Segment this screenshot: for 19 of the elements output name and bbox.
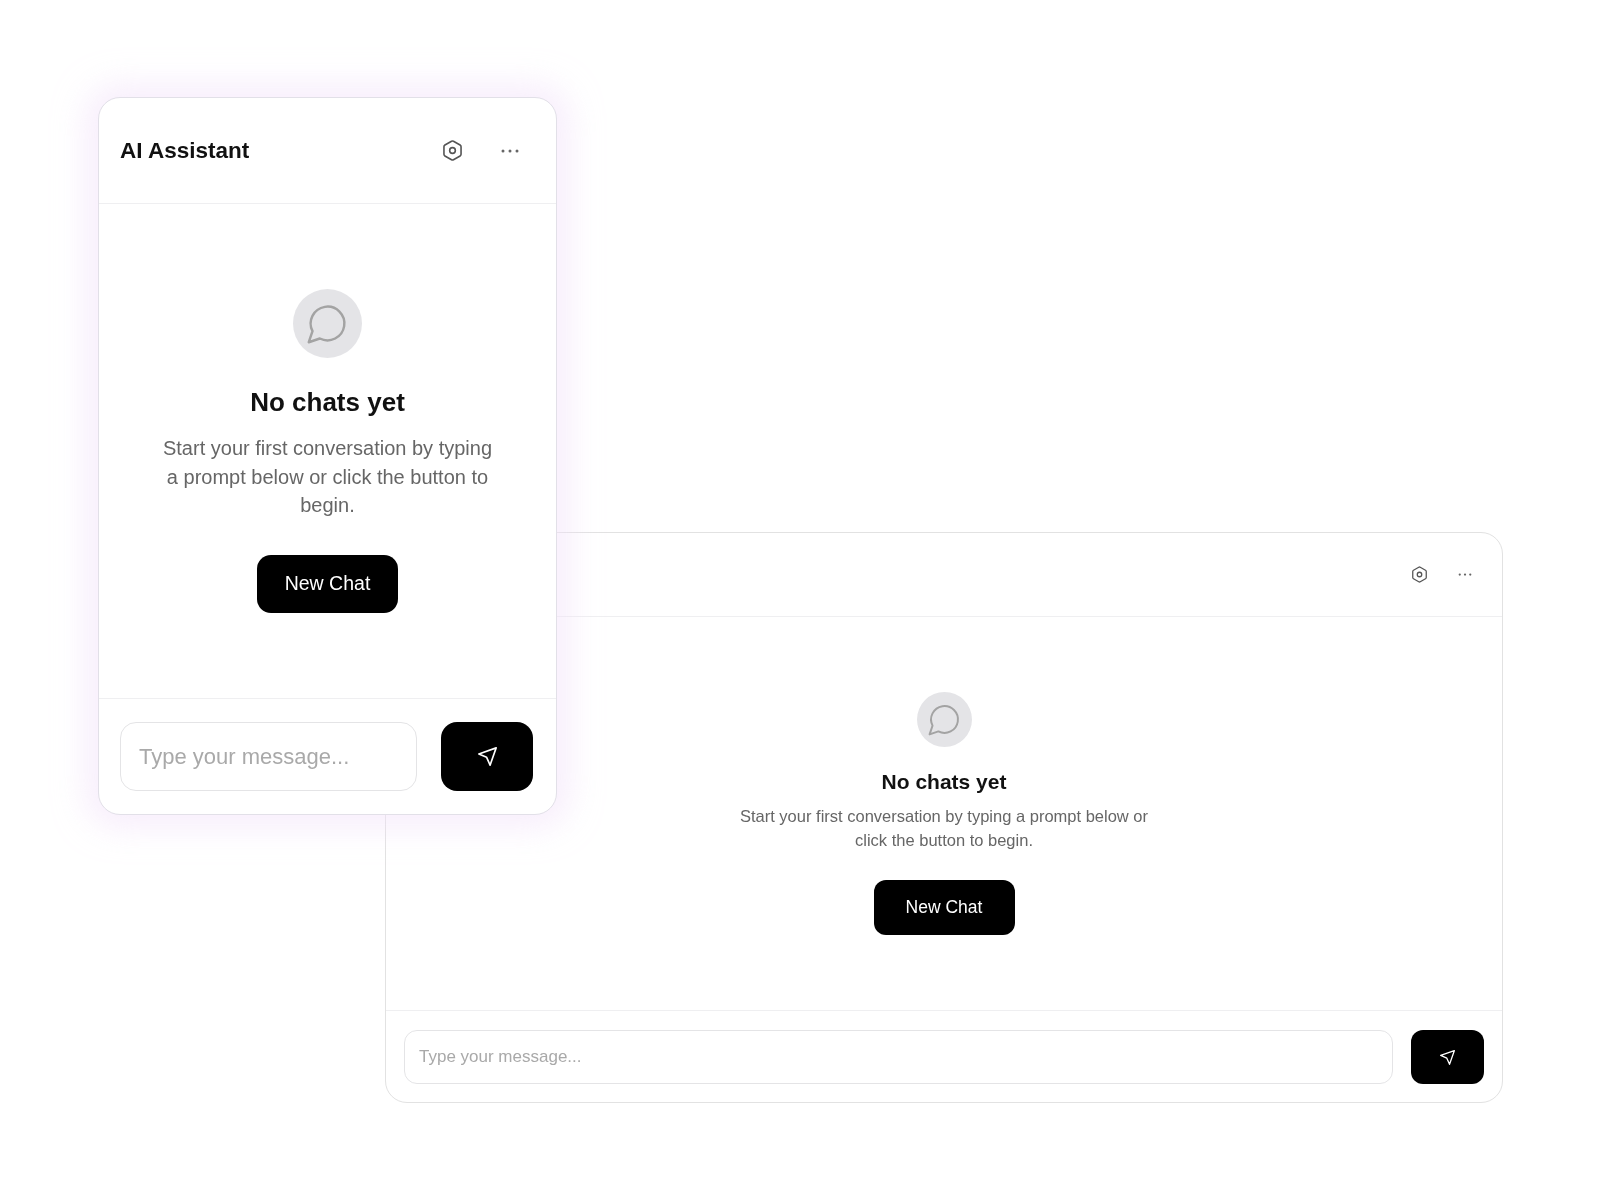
new-chat-button[interactable]: New Chat <box>257 554 398 613</box>
send-button[interactable] <box>441 722 533 791</box>
message-input[interactable]: Type your message... <box>120 722 417 791</box>
settings-icon[interactable] <box>443 140 462 161</box>
empty-state-message: Start your first conversation by typing a prompt below or click the button to begin. <box>738 806 1150 851</box>
chat-bubble-icon <box>916 692 972 747</box>
empty-state-heading: No chats yet <box>250 387 405 418</box>
empty-state-message: Start your first conversation by typing a prompt below or click the button to begin. <box>161 436 493 519</box>
empty-state-heading: No chats yet <box>881 769 1007 795</box>
send-icon <box>1440 1049 1455 1065</box>
more-options-icon[interactable] <box>501 148 519 153</box>
window-title: AI Assistant <box>120 137 250 164</box>
chat-bubble-icon <box>293 289 362 359</box>
message-input[interactable]: Type your message... <box>404 1030 1393 1084</box>
send-button[interactable] <box>1411 1030 1484 1084</box>
settings-icon[interactable] <box>1412 566 1427 583</box>
more-options-icon[interactable] <box>1458 573 1472 576</box>
send-icon <box>477 747 497 766</box>
new-chat-button[interactable]: New Chat <box>873 880 1015 935</box>
